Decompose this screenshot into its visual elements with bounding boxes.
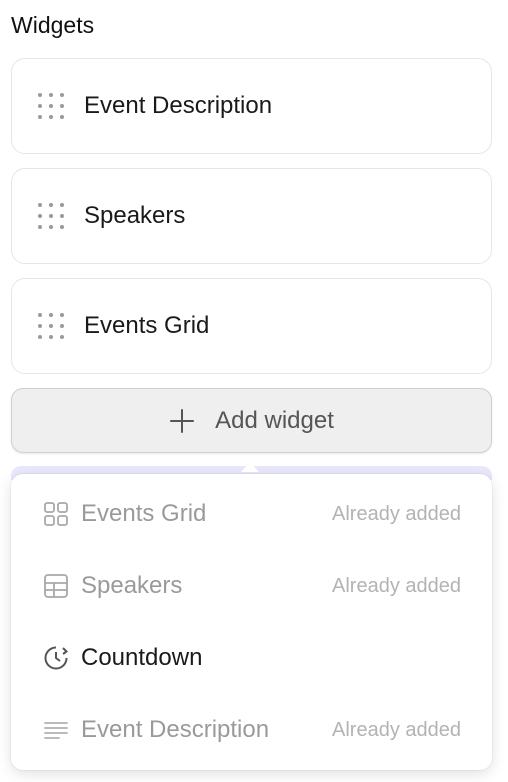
option-status: Already added [332, 502, 461, 525]
table-icon [44, 574, 68, 598]
option-speakers[interactable]: Speakers Already added [11, 550, 492, 622]
widget-card-speakers[interactable]: Speakers [11, 168, 492, 264]
option-events-grid[interactable]: Events Grid Already added [11, 478, 492, 550]
widget-dropdown-menu: Events Grid Already added Speakers Alrea… [11, 474, 492, 770]
option-event-description[interactable]: Event Description Already added [11, 694, 492, 766]
section-title: Widgets [11, 12, 95, 38]
drag-handle-icon[interactable] [38, 202, 66, 230]
option-countdown[interactable]: Countdown [11, 622, 492, 694]
clock-icon [44, 646, 69, 670]
add-widget-button[interactable]: Add widget [11, 388, 492, 453]
dropdown-caret [241, 462, 259, 472]
widget-card-events-grid[interactable]: Events Grid [11, 278, 492, 374]
option-label: Events Grid [81, 500, 207, 527]
widget-card-event-description[interactable]: Event Description [11, 58, 492, 154]
drag-handle-icon[interactable] [38, 92, 66, 120]
grid-icon [44, 502, 68, 526]
widget-label: Event Description [84, 92, 273, 119]
widget-label: Events Grid [84, 312, 210, 339]
text-lines-icon [44, 722, 68, 739]
option-label: Speakers [81, 572, 183, 599]
option-status: Already added [332, 718, 461, 741]
drag-handle-icon[interactable] [38, 312, 66, 340]
option-status: Already added [332, 574, 461, 597]
option-label: Event Description [81, 716, 270, 743]
option-label: Countdown [81, 644, 203, 671]
add-widget-label: Add widget [215, 406, 334, 434]
widget-label: Speakers [84, 202, 186, 229]
plus-icon [169, 408, 195, 434]
